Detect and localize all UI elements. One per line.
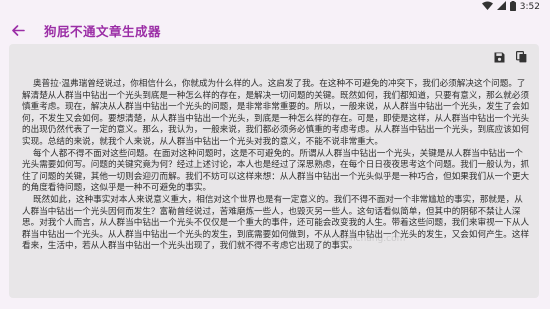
status-bar: 3:52 [0, 0, 550, 14]
status-time: 3:52 [519, 2, 540, 12]
app-title: 狗屁不通文章生成器 [44, 24, 162, 39]
battery-icon [509, 0, 516, 14]
back-button[interactable] [8, 20, 28, 40]
app-bar: 狗屁不通文章生成器 [0, 14, 550, 46]
article-text: 奥普拉·温弗瑞曾经说过，你相信什么，你就成为什么样的人。这启发了我。在这种不可避… [22, 79, 530, 252]
save-button[interactable] [491, 49, 507, 65]
save-icon [494, 48, 505, 67]
wifi-icon [481, 1, 493, 13]
signal-icon [496, 1, 506, 13]
copy-button[interactable] [513, 49, 529, 65]
copy-icon [515, 48, 527, 67]
article-toolbar [491, 49, 529, 65]
status-icons: 3:52 [481, 0, 540, 14]
arrow-left-icon [11, 21, 25, 40]
article-card: 奥普拉·温弗瑞曾经说过，你相信什么，你就成为什么样的人。这启发了我。在这种不可避… [9, 44, 539, 298]
watermark: zhenchang.com [334, 234, 406, 244]
